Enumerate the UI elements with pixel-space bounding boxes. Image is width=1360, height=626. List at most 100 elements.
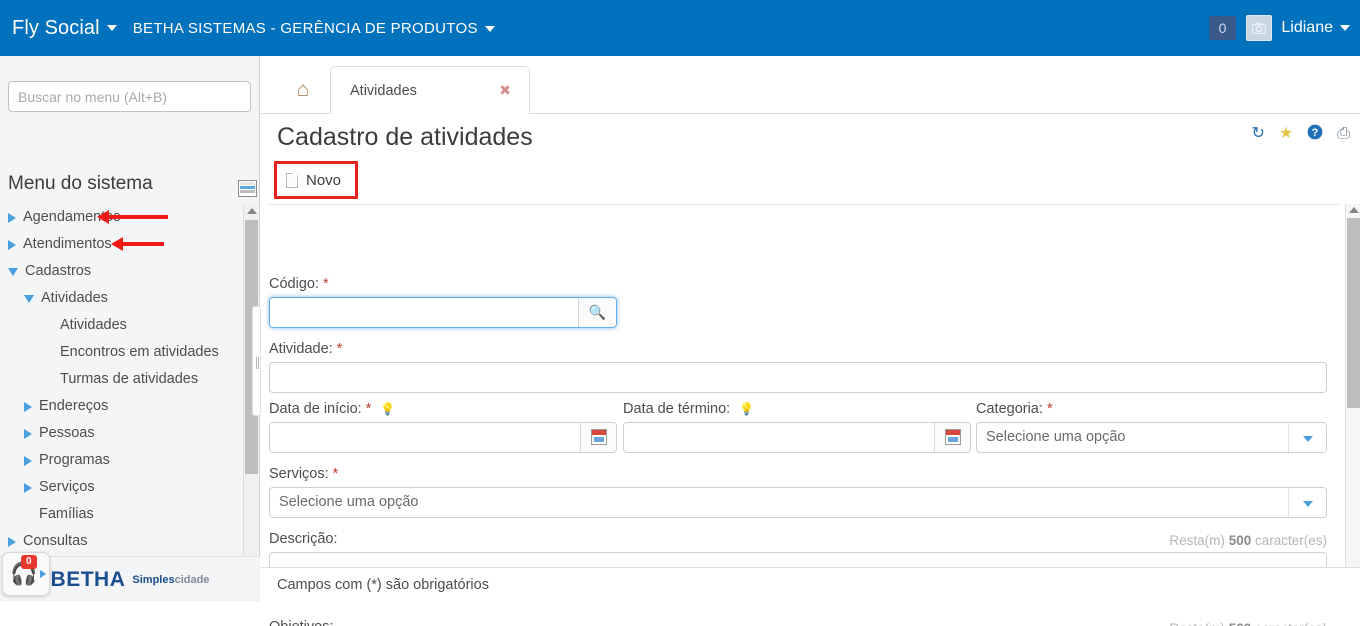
caret-down-icon[interactable] bbox=[1288, 488, 1326, 517]
field-atividade: Atividade: * bbox=[269, 341, 1327, 393]
organization-selector[interactable]: BETHA SISTEMAS - GERÊNCIA DE PRODUTOS bbox=[133, 20, 495, 37]
new-button[interactable]: Novo bbox=[277, 164, 356, 196]
servicos-selected-value: Selecione uma opção bbox=[279, 494, 419, 510]
codigo-label: Código: * bbox=[269, 276, 617, 292]
form-footer: Campos com (*) são obrigatórios bbox=[261, 567, 1360, 602]
menu-title: Menu do sistema bbox=[8, 173, 153, 194]
required-fields-note: Campos com (*) são obrigatórios bbox=[277, 577, 489, 593]
sidebar-item-label: Endereços bbox=[39, 398, 109, 414]
data-inicio-label: Data de início: * 💡 bbox=[269, 401, 617, 417]
counter-prefix: Resta(m) bbox=[1169, 533, 1225, 548]
caret-right-icon bbox=[24, 428, 32, 439]
home-icon[interactable]: ⌂ bbox=[279, 66, 327, 114]
sidebar-item-atividades-group[interactable]: Atividades bbox=[0, 285, 242, 312]
menu-search-input[interactable] bbox=[8, 81, 251, 112]
sidebar-item-label: Programas bbox=[39, 452, 110, 468]
field-data-termino: Data de término: 💡 bbox=[623, 401, 971, 453]
refresh-icon[interactable]: ↻ bbox=[1251, 126, 1264, 142]
field-servicos: Serviços: * Selecione uma opção bbox=[269, 466, 1327, 518]
codigo-label-text: Código: bbox=[269, 276, 319, 292]
counter-suffix: caracter(es) bbox=[1254, 533, 1327, 548]
sidebar-item-programas[interactable]: Programas bbox=[0, 447, 242, 474]
scroll-up-icon[interactable] bbox=[247, 208, 257, 214]
counter-prefix: Resta(m) bbox=[1169, 621, 1225, 626]
sidebar-item-label: Atividades bbox=[41, 290, 108, 306]
tab-label: Atividades bbox=[350, 82, 417, 99]
sidebar-item-enderecos[interactable]: Endereços bbox=[0, 393, 242, 420]
data-termino-label-text: Data de término: bbox=[623, 401, 731, 417]
codigo-input[interactable] bbox=[270, 298, 578, 327]
lightbulb-icon[interactable]: 💡 bbox=[739, 402, 754, 416]
help-icon[interactable]: ? bbox=[1307, 124, 1323, 144]
data-inicio-input[interactable] bbox=[270, 423, 580, 452]
atividade-input[interactable] bbox=[269, 362, 1327, 393]
calendar-icon[interactable] bbox=[934, 423, 970, 452]
categoria-select[interactable]: Selecione uma opção bbox=[976, 422, 1327, 453]
counter-number: 500 bbox=[1228, 533, 1252, 548]
main-scrollbar[interactable] bbox=[1345, 204, 1360, 602]
close-icon[interactable]: ✖ bbox=[499, 82, 511, 99]
caret-down-icon bbox=[24, 294, 34, 303]
caret-down-icon bbox=[106, 25, 117, 32]
caret-right-icon bbox=[24, 482, 32, 493]
caret-right-icon bbox=[8, 536, 16, 547]
sidebar-item-consultas[interactable]: Consultas bbox=[0, 528, 242, 555]
notification-count-badge[interactable]: 0 bbox=[1208, 16, 1237, 40]
servicos-label-text: Serviços: bbox=[269, 466, 329, 482]
new-document-icon bbox=[286, 172, 298, 188]
sidebar-item-pessoas[interactable]: Pessoas bbox=[0, 420, 242, 447]
sidebar-item-label: Pessoas bbox=[39, 425, 95, 441]
required-marker: * bbox=[323, 276, 329, 292]
sidebar-splitter-handle[interactable] bbox=[252, 306, 261, 416]
annotation-arrow-cadastros bbox=[97, 210, 168, 224]
help-icon-glyph: ? bbox=[1307, 124, 1323, 140]
main-scrollbar-thumb[interactable] bbox=[1347, 218, 1360, 408]
lightbulb-icon[interactable]: 💡 bbox=[380, 402, 395, 416]
sidebar-item-label: Serviços bbox=[39, 479, 95, 495]
user-menu[interactable]: Lidiane bbox=[1281, 19, 1350, 37]
caret-right-icon bbox=[24, 455, 32, 466]
list-view-icon[interactable] bbox=[238, 180, 257, 197]
required-marker: * bbox=[365, 401, 372, 417]
sidebar-item-atividades[interactable]: Atividades bbox=[0, 312, 242, 339]
tab-atividades[interactable]: Atividades ✖ bbox=[330, 66, 530, 114]
sidebar-item-encontros-em-atividades[interactable]: Encontros em atividades bbox=[0, 339, 242, 366]
annotation-arrow-atividades bbox=[111, 237, 164, 251]
counter-number: 500 bbox=[1229, 621, 1252, 626]
required-marker: * bbox=[336, 341, 343, 357]
sidebar-item-cadastros[interactable]: Cadastros bbox=[0, 258, 242, 285]
search-icon[interactable]: 🔍 bbox=[578, 298, 616, 327]
caret-down-icon[interactable] bbox=[1288, 423, 1326, 452]
caret-down-icon bbox=[1340, 24, 1350, 31]
support-widget[interactable]: 🎧 0 bbox=[2, 552, 50, 596]
betha-logo-name: BETHA bbox=[50, 567, 126, 591]
calendar-icon[interactable] bbox=[580, 423, 616, 452]
servicos-label: Serviços: * bbox=[269, 466, 1327, 482]
brand-menu[interactable]: Fly Social bbox=[12, 17, 117, 40]
data-inicio-label-text: Data de início: bbox=[269, 401, 362, 417]
star-icon[interactable]: ★ bbox=[1279, 126, 1293, 142]
servicos-select[interactable]: Selecione uma opção bbox=[269, 487, 1327, 518]
menu-tree: Agendamentos Atendimentos Cadastros Ativ… bbox=[0, 204, 242, 564]
sidebar-item-familias[interactable]: Famílias bbox=[0, 501, 242, 528]
avatar[interactable] bbox=[1246, 15, 1273, 41]
scroll-up-icon[interactable] bbox=[1349, 207, 1359, 213]
brand-label: Fly Social bbox=[12, 16, 100, 39]
sidebar-item-label: Atendimentos bbox=[23, 236, 112, 252]
sidebar-item-label: Cadastros bbox=[25, 263, 92, 279]
data-termino-input[interactable] bbox=[624, 423, 934, 452]
sidebar-item-turmas-de-atividades[interactable]: Turmas de atividades bbox=[0, 366, 242, 393]
atividade-label: Atividade: * bbox=[269, 341, 1327, 357]
camera-icon bbox=[1252, 22, 1267, 34]
form-scroll-area: Código: * 🔍 Atividade: * Data de início:… bbox=[261, 204, 1345, 626]
caret-down-icon bbox=[484, 25, 495, 32]
print-icon[interactable]: ⎙ bbox=[1337, 126, 1350, 142]
sidebar-item-servicos[interactable]: Serviços bbox=[0, 474, 242, 501]
caret-right-icon[interactable] bbox=[40, 570, 46, 578]
categoria-label-text: Categoria: bbox=[976, 401, 1043, 417]
tagline-part2: cidade bbox=[174, 573, 210, 586]
field-objetivos: Objetivos: Resta(m) 500 caracter(es) bbox=[269, 619, 1327, 626]
sidebar-item-label: Turmas de atividades bbox=[60, 371, 199, 387]
atividade-label-text: Atividade: bbox=[269, 341, 333, 357]
page-title: Cadastro de atividades bbox=[277, 123, 533, 151]
